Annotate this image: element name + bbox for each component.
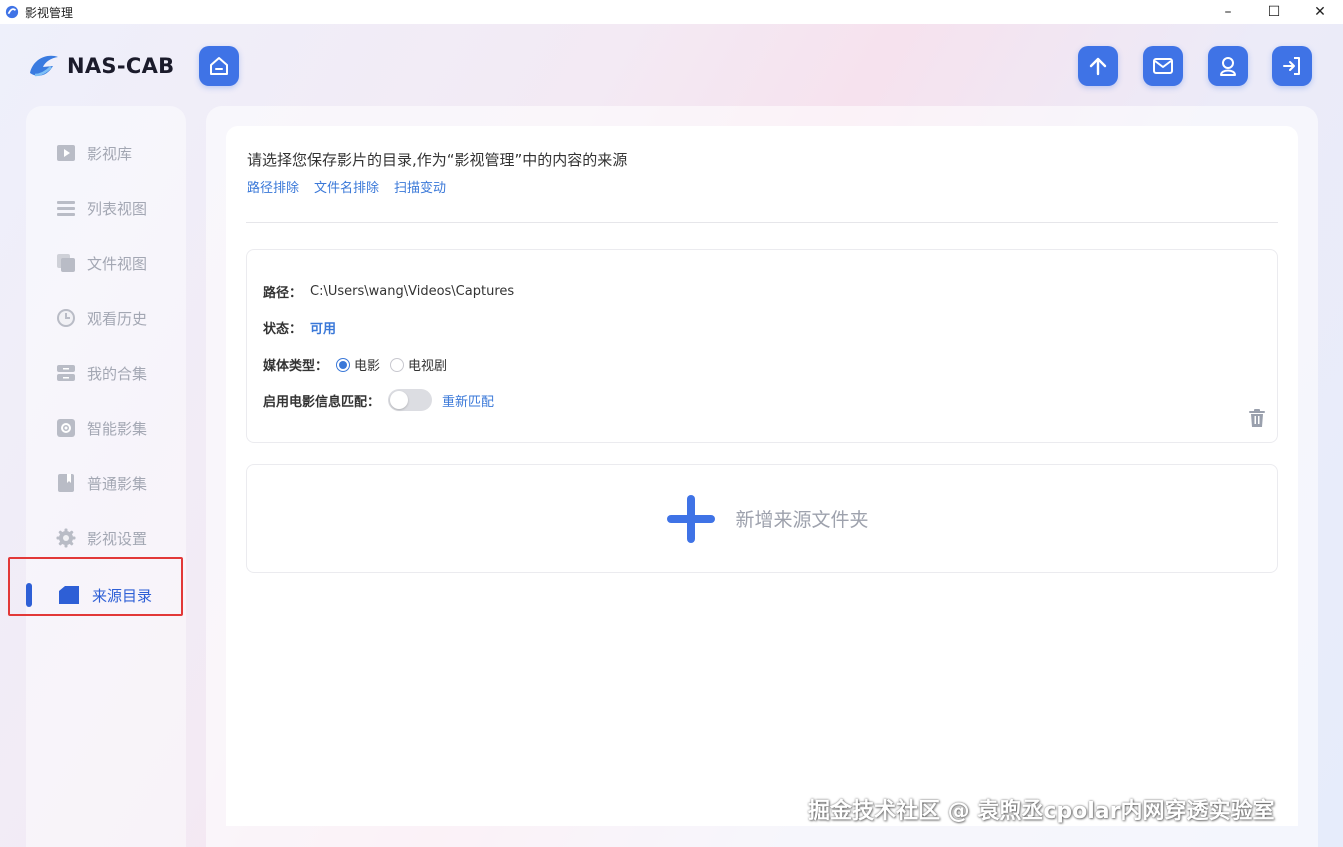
path-label: 路径： [263,286,303,301]
user-button[interactable] [1208,46,1248,86]
add-source-folder-label: 新增来源文件夹 [735,509,869,531]
path-row: 路径： C:\Users\wang\Videos\Captures [263,282,514,301]
sidebar-item-label: 我的合集 [87,364,148,383]
intro-text: 请选择您保存影片的目录,作为“影视管理”中的内容的来源 [247,151,628,169]
home-button[interactable] [199,46,239,86]
divider [246,222,1278,223]
app-logo: NAS-CAB [27,51,174,81]
media-type-label: 媒体类型： [263,359,329,374]
add-source-folder-button[interactable]: 新增来源文件夹 [246,464,1278,573]
path-value: C:\Users\wang\Videos\Captures [310,284,515,299]
movie-match-row: 启用电影信息匹配： 重新匹配 [263,389,494,411]
nascab-logo-icon [30,55,58,77]
logout-icon [1283,57,1300,75]
sidebar-item-albums[interactable]: 普通影集 [26,463,186,503]
sidebar-item-my-collections[interactable]: 我的合集 [26,353,186,393]
title-bar: 影视管理 – ☐ ✕ [0,0,1343,24]
status-label: 状态： [263,322,303,337]
sidebar-item-label: 普通影集 [87,474,148,493]
movie-match-toggle[interactable] [388,389,433,411]
media-type-movie-radio[interactable]: 电影 [336,355,380,374]
smart-album-icon [56,418,76,438]
minimize-button[interactable]: – [1205,0,1251,24]
window-controls: – ☐ ✕ [1205,0,1343,24]
status-row: 状态： 可用 [263,318,336,337]
maximize-button[interactable]: ☐ [1251,0,1297,24]
sidebar-item-label: 列表视图 [87,199,148,218]
clock-icon [56,308,76,328]
highlight-annotation [8,557,183,616]
logo-text: NAS-CAB [67,54,175,78]
sidebar-item-list-view[interactable]: 列表视图 [26,188,186,228]
logout-button[interactable] [1272,46,1312,86]
sidebar-item-label: 文件视图 [87,254,148,273]
sidebar-item-label: 影视库 [87,144,133,163]
files-icon [56,253,76,273]
window-title: 影视管理 [25,5,74,20]
sidebar-item-history[interactable]: 观看历史 [26,298,186,338]
trash-icon[interactable] [1247,408,1267,428]
upload-arrow-icon [1089,57,1107,76]
sidebar-item-label: 影视设置 [87,529,148,548]
scan-changes-link[interactable]: 扫描变动 [394,177,446,196]
sidebar-item-library[interactable]: 影视库 [26,133,186,173]
sidebar-item-settings[interactable]: 影视设置 [26,518,186,558]
book-icon [56,473,76,493]
close-button[interactable]: ✕ [1297,0,1343,24]
status-badge: 可用 [310,322,337,337]
home-icon [210,57,228,75]
upload-button[interactable] [1078,46,1118,86]
path-exclude-link[interactable]: 路径排除 [247,177,299,196]
media-type-row: 媒体类型： 电影 电视剧 [263,355,457,374]
filename-exclude-link[interactable]: 文件名排除 [314,177,379,196]
media-type-tv-radio[interactable]: 电视剧 [390,355,447,374]
source-folder-card [246,249,1278,443]
play-icon [56,143,76,163]
source-option-links: 路径排除 文件名排除 扫描变动 [247,177,446,196]
list-icon [56,198,76,218]
gear-icon [56,528,76,548]
watermark: 掘金技术社区 @ 袁煦丞cpolar内网穿透实验室 [808,799,1275,824]
app-logo-icon [5,5,19,19]
sidebar-item-label: 观看历史 [87,309,148,328]
plus-icon [667,494,716,543]
rematch-link[interactable]: 重新匹配 [442,391,494,410]
sidebar-item-smart-albums[interactable]: 智能影集 [26,408,186,448]
sidebar-item-label: 智能影集 [87,419,148,438]
movie-match-label: 启用电影信息匹配： [263,394,381,410]
collection-icon [56,363,76,383]
user-icon [1220,57,1236,76]
sidebar-item-file-view[interactable]: 文件视图 [26,243,186,283]
mail-icon [1153,58,1173,74]
messages-button[interactable] [1143,46,1183,86]
